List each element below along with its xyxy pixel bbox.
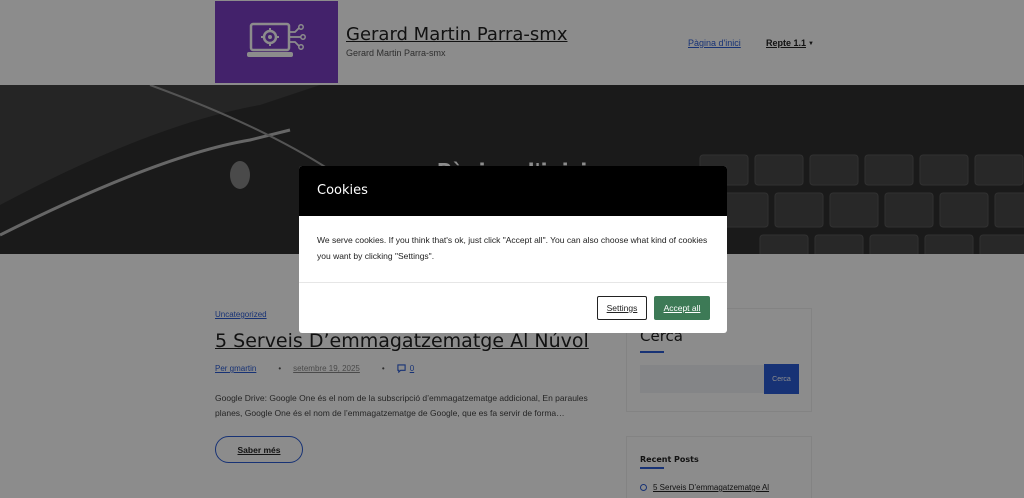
cookie-dialog-text: We serve cookies. If you think that's ok… (317, 235, 708, 261)
accept-all-button[interactable]: Accept all (654, 296, 710, 320)
cookie-dialog-header: Cookies (299, 166, 727, 216)
cookie-dialog: Cookies We serve cookies. If you think t… (299, 166, 727, 333)
cookie-dialog-title: Cookies (317, 183, 368, 198)
cookie-settings-button[interactable]: Settings (597, 296, 647, 320)
page: Gerard Martin Parra-smx Gerard Martin Pa… (0, 0, 1024, 498)
divider (299, 282, 727, 283)
